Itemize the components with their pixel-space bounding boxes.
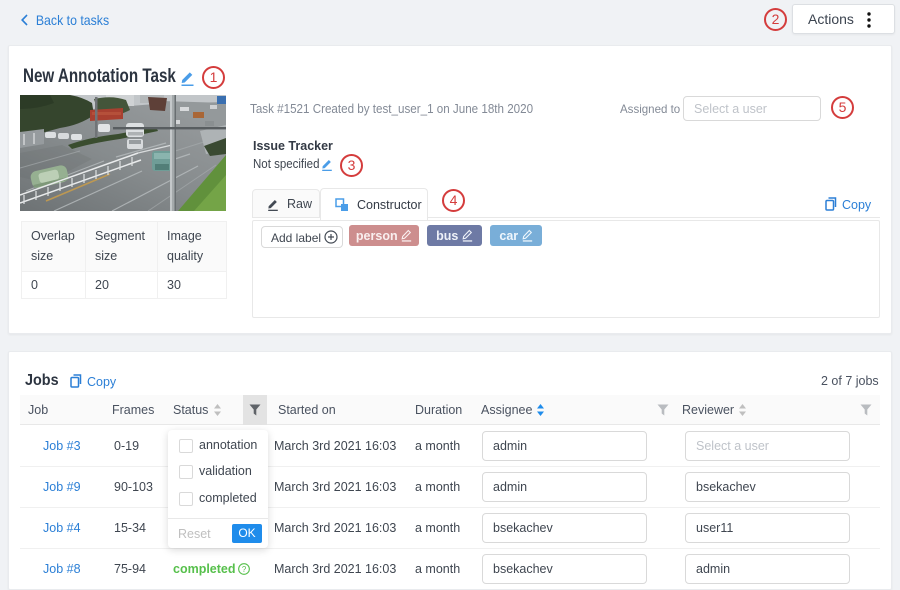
svg-text:?: ? xyxy=(242,565,247,574)
